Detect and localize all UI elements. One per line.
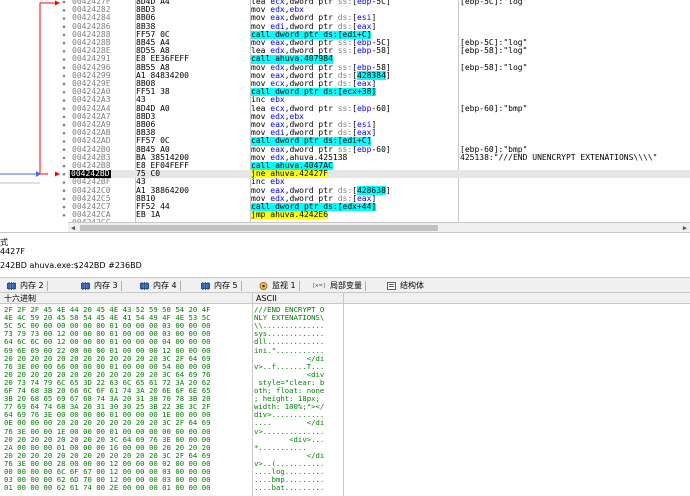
memory-dump-pane[interactable]: 十六进制 ASCII 2F 2F 2F 45 4E 44 20 45 4E 43… <box>0 293 690 496</box>
memory-icon <box>7 282 16 290</box>
jump-arrows <box>0 0 60 184</box>
breakpoint-dot <box>62 148 66 151</box>
comment: 425138:"///END UNENCRYPT EXTENATIONS\\\\… <box>460 152 658 162</box>
disasm-row[interactable]: 004242C7 FF52 44 call dword ptr ds:[edx+44… <box>68 202 690 212</box>
tab-memory-2[interactable]: 内存 2 <box>4 279 48 293</box>
tab-memory-5[interactable]: 内存 5 <box>198 279 242 293</box>
breakpoint-dot <box>62 189 66 192</box>
tab-label: 结构体 <box>400 281 424 290</box>
ascii-row[interactable]: ....bat......... <box>254 484 324 492</box>
disasm-row[interactable]: 00424299 A1 84834200 mov eax,dword ptr ds:… <box>68 70 690 80</box>
hex-row[interactable]: 01 00 00 00 62 61 74 00 2E 00 00 00 01 0… <box>4 484 210 492</box>
breakpoint-dot <box>62 91 66 94</box>
dump-separator-right <box>343 293 344 496</box>
disasm-row[interactable]: 004242CA EB 1A jmp ahuva.4242E6 <box>68 210 690 220</box>
breakpoint-dot <box>62 0 66 4</box>
breakpoint-dot <box>62 25 66 29</box>
tab-label: 内存 3 <box>94 281 118 290</box>
memory-icon <box>201 282 210 290</box>
disasm-row[interactable]: 004242BD 75 C0 jne ahuva.42427F <box>68 169 690 179</box>
tab-label: 内存 5 <box>214 281 238 290</box>
dump-header-blank <box>344 293 690 304</box>
memory-icon <box>81 282 90 290</box>
memory-icon <box>140 282 149 290</box>
breakpoint-dot <box>62 123 66 127</box>
breakpoint-dot <box>62 164 66 168</box>
locals-icon: [x=] <box>313 283 326 289</box>
hex-column-header[interactable]: 十六进制 <box>0 293 252 304</box>
ascii-column-header[interactable]: ASCII <box>253 293 343 304</box>
breakpoint-dot <box>62 205 66 209</box>
dump-separator <box>252 293 253 496</box>
tab-locals[interactable]: [x=] 局部变量 <box>312 279 366 293</box>
tab-memory-3[interactable]: 内存 3 <box>78 279 122 293</box>
disasm-hscrollbar[interactable]: ◀ ▶ <box>68 222 690 232</box>
breakpoint-dot <box>62 132 66 135</box>
scroll-left-icon[interactable]: ◀ <box>69 224 77 232</box>
tab-struct[interactable]: 结构体 <box>384 279 424 293</box>
breakpoint-dot <box>62 156 66 160</box>
breakpoint-dot <box>62 66 66 69</box>
breakpoint-dot <box>62 115 66 119</box>
scroll-thumb[interactable] <box>80 225 438 231</box>
disasm-row[interactable]: 004242C0 A1 38864200 mov eax,dword ptr ds:… <box>68 185 690 195</box>
breakpoint-dot <box>62 181 66 184</box>
tab-label: 内存 2 <box>20 281 44 290</box>
breakpoint-dot <box>62 17 66 20</box>
disasm-row[interactable]: 004242A0 FF51 38 call dword ptr ds:[ecx+38… <box>68 87 690 97</box>
instruction: jmp ahuva.4242E6 <box>251 210 329 220</box>
disasm-row[interactable]: 004242A9 8B06 mov eax,dword ptr ds:[esi] <box>68 120 690 129</box>
tab-watch-1[interactable]: 监视 1 <box>256 279 300 293</box>
disasm-row[interactable]: 004242A7 8BD3 mov edx,ebx <box>68 112 690 121</box>
watch-icon <box>259 282 268 290</box>
disasm-row[interactable]: 004242A4 8D4D A0 lea ecx,dword ptr ss:[ebp… <box>68 103 690 113</box>
scroll-right-icon[interactable]: ▶ <box>681 224 689 232</box>
tab-label: 监视 1 <box>272 281 296 290</box>
info-line-2: 4427F <box>0 247 25 256</box>
breakpoint-dot <box>62 33 66 37</box>
disasm-row[interactable]: 00424284 8B06 mov eax,dword ptr ds:[esi] <box>68 14 690 22</box>
breakpoint-dot <box>62 173 66 176</box>
breakpoint-dot <box>62 197 66 201</box>
breakpoint-dot <box>62 74 66 78</box>
breakpoint-dot <box>62 214 66 217</box>
breakpoint-dot <box>62 82 66 86</box>
struct-icon <box>387 282 396 290</box>
tab-label: 内存 4 <box>153 281 177 290</box>
breakpoint-gutter[interactable] <box>60 0 68 222</box>
disassembly-pane[interactable]: 0042427F 8D4D A4 lea ecx,dword ptr ss:[ebp… <box>0 0 690 232</box>
breakpoint-dot <box>62 9 66 12</box>
info-panel: 式 4427F 242BD ahuva.exe:$242BD #236BD <box>0 232 690 277</box>
comment: [ebp-58]:"log" <box>460 46 528 56</box>
breakpoint-dot <box>62 140 66 143</box>
comment: [ebp-58]:"log" <box>460 62 528 72</box>
disasm-row[interactable]: 00424282 8BD3 mov edx,ebx <box>68 5 690 14</box>
breakpoint-dot <box>62 41 66 45</box>
breakpoint-dot <box>62 107 66 110</box>
comment: [ebp-60]:"bmp" <box>460 103 528 113</box>
breakpoint-dot <box>62 58 66 61</box>
tab-label: 局部变量 <box>330 281 362 290</box>
opcode-bytes: EB 1A <box>136 210 161 220</box>
breakpoint-dot <box>62 99 66 102</box>
info-line-3: 242BD ahuva.exe:$242BD #236BD <box>0 261 142 270</box>
breakpoint-dot <box>62 50 66 53</box>
tab-memory-4[interactable]: 内存 4 <box>137 279 181 293</box>
dump-tab-bar: 内存 2 内存 3 内存 4 内存 5 监视 1 [x=] 局部变量 结构体 <box>0 277 690 293</box>
disasm-row[interactable]: 004242B8 E8 EF04FEFF call ahuva.4047AC <box>68 161 690 171</box>
